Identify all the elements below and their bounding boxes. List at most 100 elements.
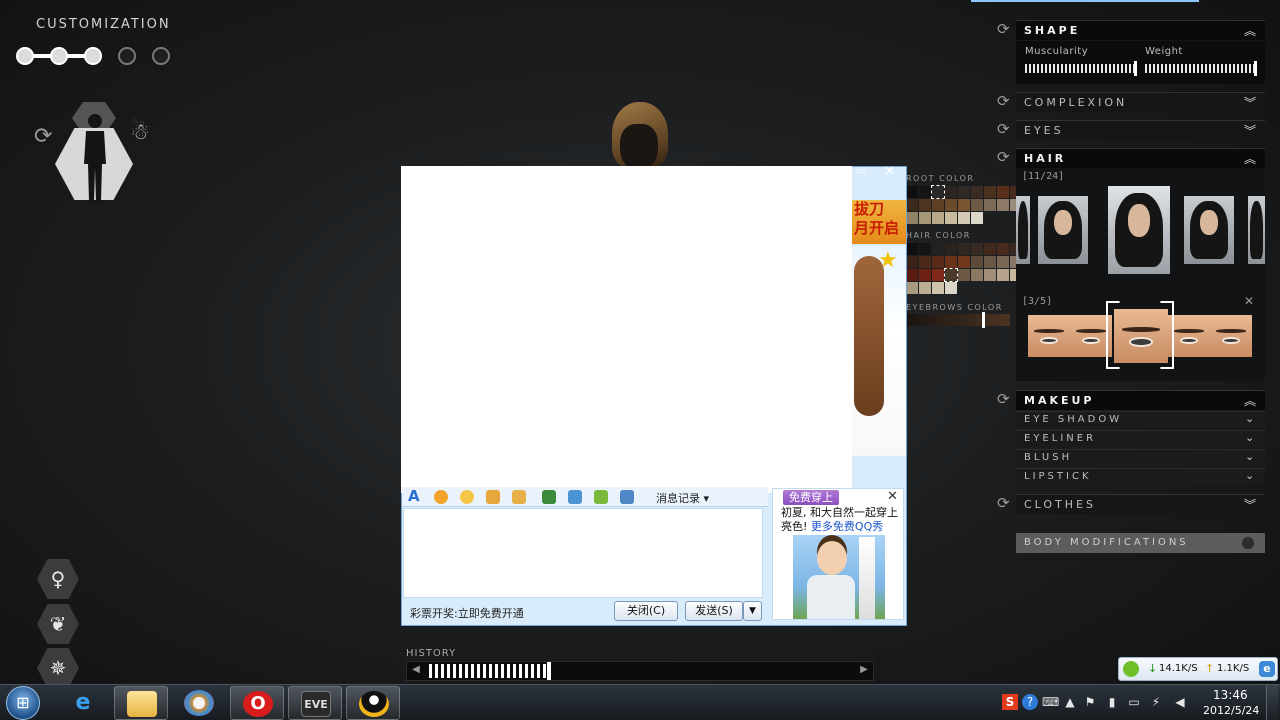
browser-icon[interactable]: e [1259, 661, 1275, 677]
font-icon[interactable]: A [408, 487, 422, 505]
qq-taskbar[interactable] [346, 686, 400, 720]
qq-send-options-button[interactable]: ▼ [743, 601, 762, 621]
close-icon[interactable]: ✕ [884, 164, 895, 179]
start-button[interactable]: ⊞ [6, 686, 40, 720]
toggle-icon[interactable] [1242, 537, 1254, 549]
close-icon[interactable]: ✕ [1244, 294, 1254, 308]
hair-swatch-row-4[interactable] [906, 282, 957, 294]
emoji-icon[interactable] [434, 490, 448, 504]
keyboard-icon[interactable]: ⌨ [1042, 694, 1059, 710]
clothes-section-header[interactable]: CLOTHES ︾ [1016, 494, 1265, 514]
eyebrow-thumb[interactable] [1070, 315, 1112, 357]
hair-swatch-row-3[interactable] [906, 268, 1022, 282]
network-speed-meter[interactable]: ↓ 14.1K/S ↑ 1.1K/S e [1118, 657, 1278, 681]
qq-close-button[interactable]: 关闭(C) [614, 601, 678, 621]
hair-thumb[interactable] [1248, 196, 1265, 264]
message-history-button[interactable]: 消息记录 ▾ [656, 490, 709, 506]
help-icon[interactable]: ? [1022, 694, 1038, 710]
internet-explorer-taskbar[interactable]: e [56, 686, 110, 720]
hair-swatch-row-2[interactable] [906, 256, 1022, 268]
weight-slider[interactable] [1145, 61, 1257, 76]
complexion-reset-icon[interactable]: ⟳ [997, 92, 1010, 110]
maximize-icon[interactable]: ▭ [856, 166, 865, 177]
step-5[interactable] [152, 47, 170, 65]
more-tools-icon[interactable] [620, 490, 634, 504]
lipstick-header[interactable]: LIPSTICK ⌄ [1016, 468, 1265, 485]
qq-status-link[interactable]: 彩票开奖:立即免费开通 [410, 605, 524, 621]
screenshot-icon[interactable] [594, 490, 608, 504]
race-emblem-icon[interactable]: ✵ [37, 648, 79, 688]
muscularity-knob[interactable] [1134, 61, 1137, 76]
close-icon[interactable]: ✕ [887, 489, 898, 504]
nudge-icon[interactable] [486, 490, 500, 504]
makeup-section-header[interactable]: MAKEUP ︽ [1016, 390, 1265, 410]
volume-icon[interactable]: ◀ [1172, 694, 1188, 710]
opera-taskbar[interactable]: O [230, 686, 284, 720]
hair-thumb[interactable] [1038, 196, 1088, 264]
clock-date[interactable]: 2012/5/24 [1203, 704, 1259, 717]
sogou-input-icon[interactable]: S [1002, 694, 1018, 710]
history-knob[interactable] [547, 662, 551, 680]
eyebrows-color-slider-knob[interactable] [982, 312, 985, 328]
flag-icon[interactable]: ⚑ [1082, 694, 1098, 710]
female-icon[interactable]: ♀ [37, 559, 79, 599]
eyebrow-thumb[interactable] [1168, 315, 1210, 357]
eve-online-taskbar[interactable]: EVE [288, 686, 342, 720]
step-3[interactable] [84, 47, 102, 65]
weight-knob[interactable] [1254, 61, 1257, 76]
shape-section-header[interactable]: SHAPE ︽ [1016, 20, 1265, 40]
step-2[interactable] [50, 47, 68, 65]
root-swatch-row-1[interactable] [906, 185, 1022, 199]
ad-image[interactable] [793, 535, 885, 619]
bloodline-emblem-icon[interactable]: ❦ [37, 604, 79, 644]
qq-message-input[interactable] [403, 508, 763, 598]
step-1[interactable] [16, 47, 34, 65]
image-icon[interactable] [542, 490, 556, 504]
clock-time[interactable]: 13:46 [1213, 688, 1248, 702]
eyebrow-thumb[interactable] [1210, 315, 1252, 357]
eyeliner-header[interactable]: EYELINER ⌄ [1016, 430, 1265, 447]
music-icon[interactable] [568, 490, 582, 504]
muscularity-slider[interactable] [1025, 61, 1137, 76]
hair-thumb-selected[interactable] [1108, 186, 1170, 274]
history-back-icon[interactable]: ◀ [409, 664, 423, 675]
power-icon[interactable]: ⚡ [1148, 694, 1164, 710]
refresh-icon[interactable]: ⟳ [34, 124, 52, 149]
ad-link[interactable]: 更多免费QQ秀 [811, 520, 883, 533]
gift-icon[interactable] [512, 490, 526, 504]
show-desktop-button[interactable] [1266, 685, 1278, 720]
blush-header[interactable]: BLUSH ⌄ [1016, 449, 1265, 466]
hair-thumb[interactable] [1184, 196, 1234, 264]
clothes-reset-icon[interactable]: ⟳ [997, 494, 1010, 512]
root-swatch-row-3[interactable] [906, 212, 983, 224]
history-forward-icon[interactable]: ▶ [857, 664, 871, 675]
shape-reset-icon[interactable]: ⟳ [997, 20, 1010, 38]
hair-reset-icon[interactable]: ⟳ [997, 148, 1010, 166]
qq-ad-banner[interactable]: 拔刀 月开启 [852, 200, 906, 244]
root-swatch-row-2[interactable] [906, 199, 1022, 211]
file-explorer-taskbar[interactable] [114, 686, 168, 720]
eyebrows-color-slider[interactable] [906, 312, 1010, 328]
body-modifications-button[interactable]: BODY MODIFICATIONS [1016, 533, 1265, 553]
eyes-section-header[interactable]: EYES ︾ [1016, 120, 1265, 140]
makeup-reset-icon[interactable]: ⟳ [997, 390, 1010, 408]
history-slider[interactable]: ◀ ▶ [406, 661, 874, 681]
qq-show-avatar[interactable]: ★ [852, 246, 906, 456]
hair-thumb[interactable] [1016, 196, 1030, 264]
show-hidden-icons[interactable]: ▲ [1062, 694, 1078, 710]
hair-section-header[interactable]: HAIR ︽ [1016, 148, 1265, 168]
eyes-reset-icon[interactable]: ⟳ [997, 120, 1010, 138]
eyebrow-thumb[interactable] [1028, 315, 1070, 357]
complexion-section-header[interactable]: COMPLEXION ︾ [1016, 92, 1265, 112]
ad-tag[interactable]: 免费穿上 [783, 490, 839, 505]
paint-taskbar[interactable] [172, 686, 226, 720]
display-icon[interactable]: ▭ [1126, 694, 1142, 710]
magic-emoji-icon[interactable] [460, 490, 474, 504]
usb-device-icon[interactable]: ▮ [1104, 694, 1120, 710]
qq-send-button[interactable]: 发送(S) [685, 601, 743, 621]
step-4[interactable] [118, 47, 136, 65]
hair-swatch-row-1[interactable] [906, 243, 1022, 255]
person-icon[interactable]: ☃ [130, 120, 150, 145]
qq-show-ad[interactable]: 免费穿上 ✕ 初夏, 和大自然一起穿上亮色! 更多免费QQ秀 [772, 488, 904, 620]
eye-shadow-header[interactable]: EYE SHADOW ⌄ [1016, 411, 1265, 428]
